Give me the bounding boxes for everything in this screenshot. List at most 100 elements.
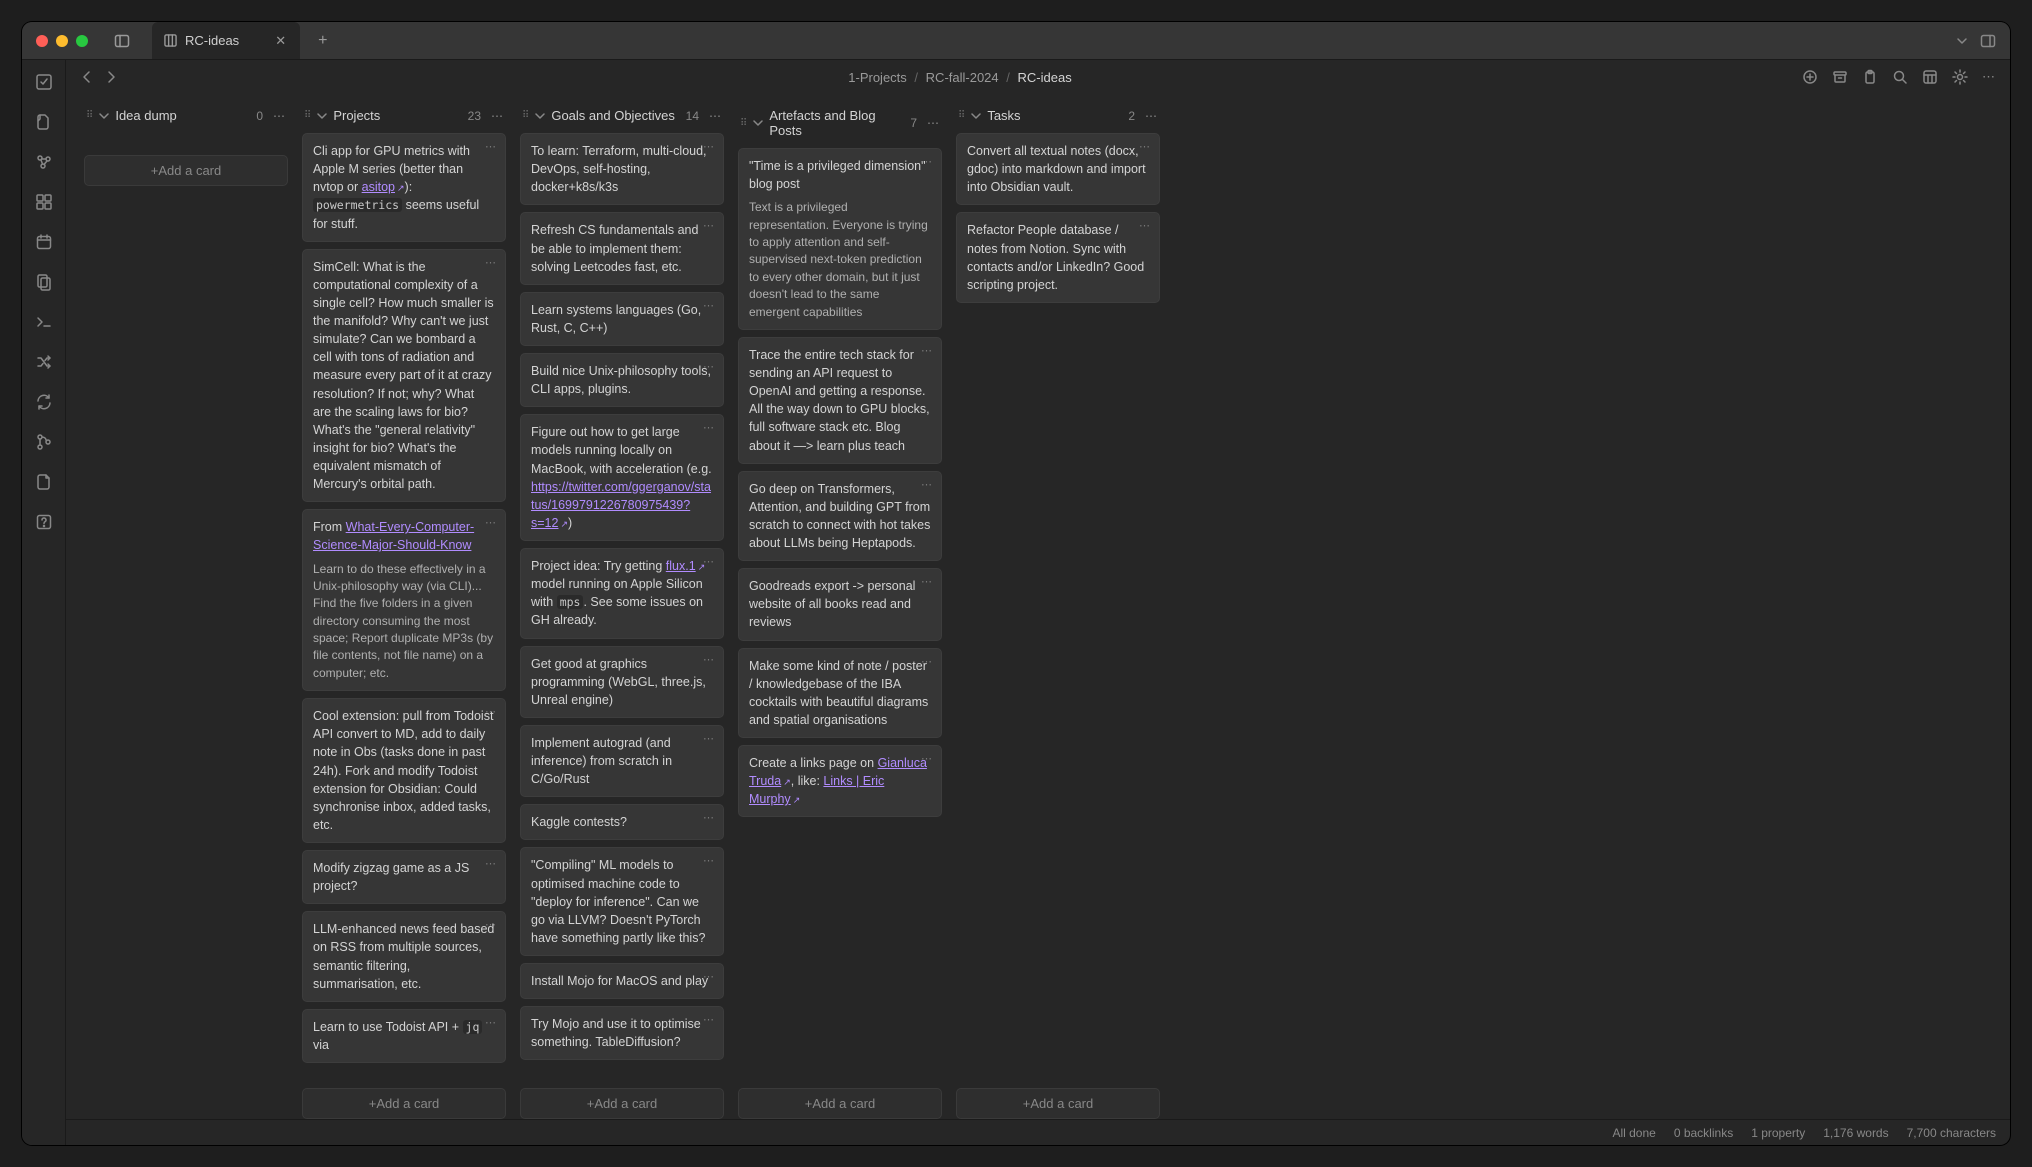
kanban-card[interactable]: ⋯From What-Every-Computer-Science-Major-… [302, 509, 506, 691]
chevron-down-icon[interactable] [99, 111, 109, 121]
card-menu-button[interactable]: ⋯ [921, 478, 933, 494]
kanban-card[interactable]: ⋯To learn: Terraform, multi-cloud, DevOp… [520, 133, 724, 205]
lane-menu-button[interactable]: ⋯ [1145, 109, 1158, 123]
card-menu-button[interactable]: ⋯ [703, 421, 715, 437]
kanban-card[interactable]: ⋯Cli app for GPU metrics with Apple M se… [302, 133, 506, 242]
git-icon[interactable] [30, 428, 58, 456]
card-menu-button[interactable]: ⋯ [703, 360, 715, 376]
card-menu-button[interactable]: ⋯ [921, 655, 933, 671]
lane-title[interactable]: Tasks [987, 108, 1122, 123]
card-menu-button[interactable]: ⋯ [485, 1016, 497, 1032]
nav-forward-button[interactable] [104, 70, 118, 84]
kanban-card[interactable]: ⋯Build nice Unix-philosophy tools, CLI a… [520, 353, 724, 407]
command-palette-icon[interactable] [30, 308, 58, 336]
card-menu-button[interactable]: ⋯ [921, 575, 933, 591]
card-menu-button[interactable]: ⋯ [485, 256, 497, 272]
kanban-card[interactable]: ⋯"Time is a privileged dimension" blog p… [738, 148, 942, 330]
quick-switcher-icon[interactable] [30, 68, 58, 96]
status-properties[interactable]: 1 property [1751, 1126, 1805, 1140]
kanban-card[interactable]: ⋯Get good at graphics programming (WebGL… [520, 646, 724, 718]
right-sidebar-toggle-icon[interactable] [1980, 33, 1996, 49]
chevron-down-icon[interactable] [535, 111, 545, 121]
add-card-button[interactable]: +Add a card [84, 155, 288, 186]
kanban-card[interactable]: ⋯SimCell: What is the computational comp… [302, 249, 506, 503]
kanban-card[interactable]: ⋯Goodreads export -> personal website of… [738, 568, 942, 640]
status-backlinks[interactable]: 0 backlinks [1674, 1126, 1733, 1140]
card-menu-button[interactable]: ⋯ [703, 555, 715, 571]
status-chars[interactable]: 7,700 characters [1907, 1126, 1996, 1140]
lane-title[interactable]: Goals and Objectives [551, 108, 679, 123]
kanban-card[interactable]: ⋯Make some kind of note / poster / knowl… [738, 648, 942, 739]
more-icon[interactable]: ⋯ [1982, 69, 1996, 85]
card-menu-button[interactable]: ⋯ [485, 516, 497, 532]
kanban-card[interactable]: ⋯Install Mojo for MacOS and play [520, 963, 724, 999]
card-menu-button[interactable]: ⋯ [703, 1013, 715, 1029]
new-tab-button[interactable]: + [318, 32, 327, 50]
card-menu-button[interactable]: ⋯ [485, 705, 497, 721]
maximize-window-button[interactable] [76, 35, 88, 47]
help-icon[interactable] [30, 508, 58, 536]
chevron-down-icon[interactable] [971, 111, 981, 121]
archive-icon[interactable] [1832, 69, 1848, 85]
minimize-window-button[interactable] [56, 35, 68, 47]
breadcrumb[interactable]: 1-Projects / RC-fall-2024 / RC-ideas [128, 70, 1792, 85]
sidebar-toggle-icon[interactable] [114, 33, 130, 49]
card-menu-button[interactable]: ⋯ [703, 299, 715, 315]
lane-title[interactable]: Idea dump [115, 108, 250, 123]
drag-handle-icon[interactable]: ⠿ [86, 110, 93, 121]
kanban-card[interactable]: ⋯Go deep on Transformers, Attention, and… [738, 471, 942, 562]
kanban-card[interactable]: ⋯"Compiling" ML models to optimised mach… [520, 847, 724, 956]
drag-handle-icon[interactable]: ⠿ [522, 110, 529, 121]
files-icon[interactable] [30, 108, 58, 136]
daily-note-icon[interactable] [30, 228, 58, 256]
kanban-card[interactable]: ⋯Project idea: Try getting flux.1↗ model… [520, 548, 724, 639]
lane-menu-button[interactable]: ⋯ [273, 109, 286, 123]
search-icon[interactable] [1892, 69, 1908, 85]
graph-icon[interactable] [30, 148, 58, 176]
card-menu-button[interactable]: ⋯ [921, 155, 933, 171]
lane-title[interactable]: Projects [333, 108, 461, 123]
add-card-button[interactable]: +Add a card [302, 1088, 506, 1119]
close-tab-button[interactable]: ✕ [275, 33, 286, 49]
card-menu-button[interactable]: ⋯ [1139, 140, 1151, 156]
kanban-card[interactable]: ⋯Cool extension: pull from Todoist API c… [302, 698, 506, 843]
lane-title[interactable]: Artefacts and Blog Posts [769, 108, 904, 138]
add-card-button[interactable]: +Add a card [520, 1088, 724, 1119]
drag-handle-icon[interactable]: ⠿ [958, 110, 965, 121]
kanban-card[interactable]: ⋯LLM-enhanced news feed based on RSS fro… [302, 911, 506, 1002]
card-menu-button[interactable]: ⋯ [485, 140, 497, 156]
view-mode-icon[interactable] [1922, 69, 1938, 85]
shuffle-icon[interactable] [30, 348, 58, 376]
card-menu-button[interactable]: ⋯ [703, 970, 715, 986]
close-window-button[interactable] [36, 35, 48, 47]
add-lane-button[interactable] [1802, 69, 1818, 85]
drag-handle-icon[interactable]: ⠿ [304, 110, 311, 121]
kanban-card[interactable]: ⋯Try Mojo and use it to optimise somethi… [520, 1006, 724, 1060]
kanban-card[interactable]: ⋯Refresh CS fundamentals and be able to … [520, 212, 724, 284]
card-menu-button[interactable]: ⋯ [921, 752, 933, 768]
status-words[interactable]: 1,176 words [1823, 1126, 1888, 1140]
breadcrumb-item[interactable]: RC-fall-2024 [926, 70, 999, 85]
card-menu-button[interactable]: ⋯ [703, 140, 715, 156]
card-menu-button[interactable]: ⋯ [485, 918, 497, 934]
tab-dropdown-icon[interactable] [1956, 35, 1968, 47]
card-menu-button[interactable]: ⋯ [703, 811, 715, 827]
lane-menu-button[interactable]: ⋯ [709, 109, 722, 123]
kanban-card[interactable]: ⋯Learn to use Todoist API + jq via [302, 1009, 506, 1063]
breadcrumb-item-active[interactable]: RC-ideas [1018, 70, 1072, 85]
kanban-card[interactable]: ⋯Implement autograd (and inference) from… [520, 725, 724, 797]
kanban-card[interactable]: ⋯Convert all textual notes (docx, gdoc) … [956, 133, 1160, 205]
kanban-card[interactable]: ⋯Figure out how to get large models runn… [520, 414, 724, 541]
chevron-down-icon[interactable] [753, 118, 763, 128]
add-card-button[interactable]: +Add a card [738, 1088, 942, 1119]
nav-back-button[interactable] [80, 70, 94, 84]
kanban-card[interactable]: ⋯Create a links page on Gianluca Truda↗,… [738, 745, 942, 817]
canvas-icon[interactable] [30, 188, 58, 216]
card-menu-button[interactable]: ⋯ [1139, 219, 1151, 235]
card-menu-button[interactable]: ⋯ [703, 854, 715, 870]
tab-active[interactable]: RC-ideas ✕ [152, 22, 300, 59]
card-menu-button[interactable]: ⋯ [703, 732, 715, 748]
card-menu-button[interactable]: ⋯ [703, 219, 715, 235]
kanban-card[interactable]: ⋯Trace the entire tech stack for sending… [738, 337, 942, 464]
clipboard-icon[interactable] [1862, 69, 1878, 85]
